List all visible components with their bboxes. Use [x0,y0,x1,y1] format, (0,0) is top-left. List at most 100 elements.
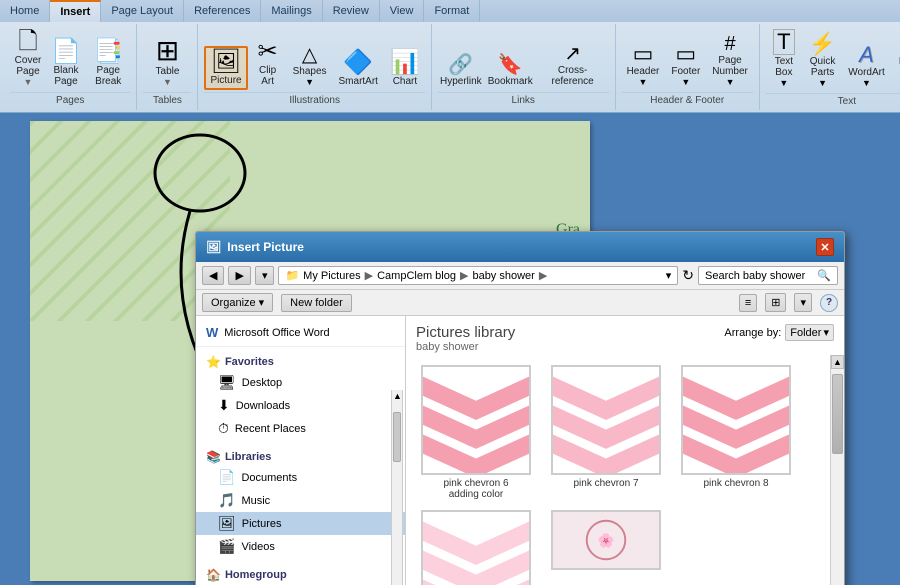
arrange-dropdown[interactable]: Folder ▾ [785,324,834,341]
chevron7-svg [553,365,659,475]
thumbnail-item5[interactable]: 🌸 [546,510,666,585]
tab-references[interactable]: References [184,0,261,22]
cross-ref-button[interactable]: ↗ Cross-reference [537,41,609,90]
new-folder-button[interactable]: New folder [281,294,352,312]
clip-art-button[interactable]: ✂ ClipArt [250,37,286,90]
table-button[interactable]: ⊞ Table ▼ [143,34,191,90]
organize-button[interactable]: Organize ▾ [202,293,273,312]
bookmark-button[interactable]: 🔖 Bookmark [486,52,535,90]
tab-page-layout[interactable]: Page Layout [101,0,184,22]
downloads-label: Downloads [236,400,290,412]
blank-page-button[interactable]: 📄 BlankPage [48,37,84,90]
view-details-button[interactable]: ⊞ [765,293,786,312]
address-path[interactable]: 📁 My Pictures ▶ CampClem blog ▶ baby sho… [278,266,678,285]
insert-picture-dialog: 🖼 Insert Picture ✕ ◀ ▶ ▾ 📁 My Pictures ▶… [195,231,845,585]
footer-label: Footer [671,66,700,77]
text-box-icon: T [773,29,794,55]
videos-icon: 🎬 [218,538,235,555]
address-root-icon: 📁 [285,269,299,282]
content-scroll-track [831,369,844,585]
thumbnail-chevron6[interactable]: pink chevron 6adding color [416,365,536,500]
page-number-arrow: ▼ [726,77,735,87]
drop-cap-button[interactable]: A DropCap ▼ [892,30,900,91]
chart-button[interactable]: 📊 Chart [385,48,425,90]
footer-button[interactable]: ▭ Footer ▼ [666,40,705,90]
file-toolbar: Organize ▾ New folder ≡ ⊞ ▾ ? [196,290,844,316]
search-text: Search baby shower [705,270,805,282]
word-art-arrow: ▼ [862,78,871,88]
refresh-button[interactable]: ↻ [682,267,694,284]
cover-page-arrow: ▼ [24,77,33,87]
nav-section-homegroup[interactable]: 🏠 Homegroup [196,564,405,584]
tab-view[interactable]: View [380,0,425,22]
chevron6-label: pink chevron 6adding color [443,478,508,500]
organize-label: Organize [211,297,256,309]
nav-item-music[interactable]: 🎵 Music [196,489,405,512]
content-scroll-up[interactable]: ▲ [831,355,844,369]
help-button[interactable]: ? [820,294,838,312]
table-label: Table [156,66,180,77]
clip-art-icon: ✂ [258,40,278,64]
nav-scroll-thumb[interactable] [393,412,401,462]
smart-art-label: SmartArt [339,76,378,87]
thumbnail-chevron9[interactable]: pink chevron 9lighter [416,510,536,585]
nav-item-pictures[interactable]: 🖼 Pictures [196,512,405,535]
hyperlink-icon: 🔗 [448,55,473,75]
search-icon: 🔍 [817,269,831,282]
content-scroll-thumb[interactable] [832,374,843,454]
view-dropdown-button[interactable]: ▾ [794,293,812,312]
tab-review[interactable]: Review [323,0,380,22]
nav-scroll-up[interactable]: ▲ [392,390,402,402]
text-box-button[interactable]: T TextBox ▼ [766,26,802,91]
favorites-icon: ⭐ [206,355,221,369]
footer-icon: ▭ [675,43,696,65]
shapes-icon: △ [302,45,317,65]
cover-page-button[interactable]: 🗋 CoverPage ▼ [10,27,46,90]
page-break-button[interactable]: 📑 Page Break [86,37,130,90]
smart-art-button[interactable]: 🔷 SmartArt [334,48,383,90]
header-label: Header [627,66,660,77]
nav-section-favorites[interactable]: ⭐ Favorites [196,351,405,371]
refresh-area: ↻ [682,267,694,284]
nav-item-documents[interactable]: 📄 Documents [196,466,405,489]
new-folder-label: New folder [290,297,343,309]
recent-button[interactable]: ▾ [255,266,275,285]
documents-label: Documents [241,472,297,484]
nav-item-recent[interactable]: ⏱ Recent Places [196,417,405,440]
nav-item-desktop[interactable]: 🖥 Desktop [196,371,405,394]
cover-page-label: CoverPage [15,55,42,77]
desktop-label: Desktop [242,377,282,389]
search-box[interactable]: Search baby shower 🔍 [698,266,838,285]
back-button[interactable]: ◀ [202,266,224,285]
document-area: Gra To Ja ood y, Sa ck an Cle 🖼 Insert P… [0,113,900,585]
content-scrollbar: ▲ ▼ [830,355,844,585]
word-art-button[interactable]: A WordArt ▼ [843,41,890,91]
nav-item-word[interactable]: W Microsoft Office Word [196,322,405,347]
ribbon-content: 🗋 CoverPage ▼ 📄 BlankPage 📑 Page Break P… [0,22,900,112]
header-icon: ▭ [633,43,654,65]
thumbnail-chevron8[interactable]: pink chevron 8 [676,365,796,500]
tab-format[interactable]: Format [424,0,480,22]
pages-group-label: Pages [10,92,130,108]
tab-mailings[interactable]: Mailings [261,0,322,22]
quick-parts-arrow: ▼ [818,78,827,88]
dialog-close-button[interactable]: ✕ [816,238,834,256]
nav-scroll-track [392,402,402,585]
shapes-button[interactable]: △ Shapes ▼ [288,42,332,90]
links-group-label: Links [438,92,609,108]
text-box-arrow: ▼ [779,78,788,88]
tab-insert[interactable]: Insert [50,0,101,22]
page-number-button[interactable]: # PageNumber ▼ [707,31,753,90]
forward-button[interactable]: ▶ [228,266,250,285]
header-button[interactable]: ▭ Header ▼ [622,40,665,90]
thumbnail-chevron7[interactable]: pink chevron 7 [546,365,666,500]
picture-button[interactable]: 🖼 Picture [204,46,247,90]
path-dropdown-btn[interactable]: ▾ [666,269,672,282]
nav-item-videos[interactable]: 🎬 Videos [196,535,405,558]
nav-item-downloads[interactable]: ⬇ Downloads [196,394,405,417]
nav-section-libraries[interactable]: 📚 Libraries [196,446,405,466]
view-list-button[interactable]: ≡ [739,294,757,312]
quick-parts-button[interactable]: ⚡ QuickParts ▼ [804,30,841,91]
tab-home[interactable]: Home [0,0,50,22]
hyperlink-button[interactable]: 🔗 Hyperlink [438,52,484,90]
